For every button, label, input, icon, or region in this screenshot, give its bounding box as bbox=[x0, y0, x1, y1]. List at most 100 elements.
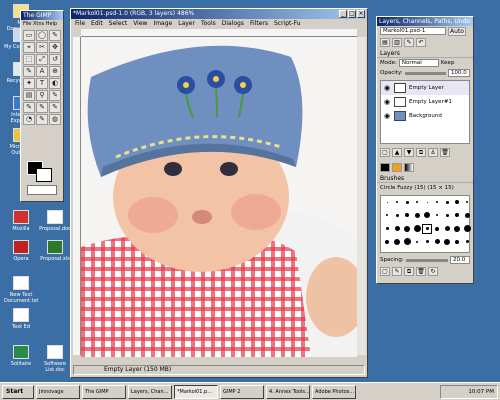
menu-select[interactable]: Select bbox=[109, 19, 128, 28]
refresh-brush-button[interactable]: ↻ bbox=[428, 267, 438, 276]
toolbox-title[interactable]: The GIMP bbox=[21, 11, 63, 20]
background-color[interactable] bbox=[36, 168, 52, 182]
tool-button[interactable]: ⌖ bbox=[23, 42, 35, 53]
tool-button[interactable]: ✦ bbox=[23, 78, 35, 89]
tool-button[interactable]: ✂ bbox=[36, 42, 48, 53]
vertical-scrollbar[interactable] bbox=[357, 37, 366, 355]
tool-button[interactable]: ▤ bbox=[23, 90, 35, 101]
duplicate-brush-button[interactable]: ⧉ bbox=[404, 267, 414, 276]
desktop-icon[interactable]: Proposal.doc bbox=[38, 210, 72, 232]
layer-item[interactable]: ◉ Background bbox=[381, 109, 469, 123]
brush-item[interactable] bbox=[413, 211, 421, 219]
opacity-slider[interactable] bbox=[404, 71, 446, 75]
menu-filters[interactable]: Filters bbox=[250, 19, 268, 28]
brush-item[interactable] bbox=[403, 225, 411, 233]
taskbar-button[interactable]: Layers, Chan... bbox=[128, 384, 172, 399]
tool-button[interactable]: ↺ bbox=[49, 54, 61, 65]
brush-item[interactable] bbox=[413, 238, 421, 246]
menu-tools[interactable]: Tools bbox=[201, 19, 216, 28]
layer-item[interactable]: ◉ Empty Layer bbox=[381, 81, 469, 95]
spacing-slider[interactable] bbox=[405, 258, 448, 262]
tab-undo[interactable]: ↶ bbox=[416, 38, 426, 47]
tool-button[interactable]: ✎ bbox=[49, 102, 61, 113]
opacity-value[interactable]: 100.0 bbox=[448, 69, 470, 77]
dock-title[interactable]: Layers, Channels, Paths, Undo bbox=[377, 17, 473, 26]
auto-button[interactable]: Auto bbox=[448, 26, 466, 36]
lower-layer-button[interactable]: ▼ bbox=[404, 148, 414, 157]
brush-item[interactable] bbox=[423, 198, 431, 206]
duplicate-layer-button[interactable]: ⧉ bbox=[416, 148, 426, 157]
menu-image[interactable]: Image bbox=[153, 19, 172, 28]
brush-item[interactable] bbox=[413, 225, 421, 233]
brush-item[interactable] bbox=[453, 238, 461, 246]
start-button[interactable]: Start bbox=[2, 384, 34, 399]
brush-item[interactable] bbox=[422, 223, 432, 234]
brush-item[interactable] bbox=[423, 211, 431, 219]
brush-item[interactable] bbox=[393, 225, 401, 233]
brush-item[interactable] bbox=[393, 238, 401, 246]
raise-layer-button[interactable]: ▲ bbox=[392, 148, 402, 157]
image-select[interactable]: Markol01.psd-1 bbox=[380, 27, 446, 35]
gradient-swatch[interactable] bbox=[404, 163, 414, 172]
taskbar-button[interactable]: Jinnovage bbox=[36, 384, 80, 399]
tab-paths[interactable]: ✎ bbox=[404, 38, 414, 47]
new-brush-button[interactable]: ▢ bbox=[380, 267, 390, 276]
brush-item[interactable] bbox=[403, 211, 411, 219]
brush-item[interactable] bbox=[383, 198, 391, 206]
tool-button[interactable]: ▭ bbox=[23, 30, 35, 41]
menu-view[interactable]: View bbox=[133, 19, 147, 28]
brush-item[interactable] bbox=[463, 211, 471, 219]
brush-item[interactable] bbox=[393, 198, 401, 206]
tool-button[interactable]: ◐ bbox=[49, 78, 61, 89]
anchor-layer-button[interactable]: ⚓ bbox=[428, 148, 438, 157]
menu-file[interactable]: File bbox=[75, 19, 85, 28]
tool-button[interactable]: ◔ bbox=[23, 114, 35, 125]
brush-item[interactable] bbox=[403, 238, 411, 246]
brush-item[interactable] bbox=[393, 211, 401, 219]
desktop-icon[interactable]: Proposal.xls bbox=[38, 240, 72, 262]
brush-item[interactable] bbox=[383, 238, 391, 246]
tool-button[interactable]: ⊕ bbox=[49, 66, 61, 77]
eye-icon[interactable]: ◉ bbox=[383, 98, 391, 106]
menu-edit[interactable]: Edit bbox=[91, 19, 103, 28]
brush-item[interactable] bbox=[463, 238, 471, 246]
taskbar-button[interactable]: *Markol01.p... bbox=[174, 384, 218, 399]
edit-brush-button[interactable]: ✎ bbox=[392, 267, 402, 276]
tool-button[interactable]: ✎ bbox=[23, 66, 35, 77]
brush-item[interactable] bbox=[423, 238, 431, 246]
tab-channels[interactable]: ▥ bbox=[392, 38, 402, 47]
mode-select[interactable]: Normal bbox=[398, 59, 439, 67]
desktop-icon[interactable]: Software List.doc bbox=[38, 345, 72, 373]
brush-item[interactable] bbox=[463, 198, 471, 206]
minimize-button[interactable]: _ bbox=[339, 10, 347, 18]
brush-item[interactable] bbox=[433, 238, 441, 246]
spacing-value[interactable]: 20.0 bbox=[450, 256, 470, 264]
menu-dialogs[interactable]: Dialogs bbox=[222, 19, 244, 28]
brush-item[interactable] bbox=[403, 198, 411, 206]
delete-layer-button[interactable]: 🗑 bbox=[440, 148, 450, 157]
brush-item[interactable] bbox=[433, 211, 441, 219]
tool-button[interactable]: A bbox=[36, 66, 48, 77]
brush-item[interactable] bbox=[383, 211, 391, 219]
brush-item[interactable] bbox=[433, 198, 441, 206]
brush-item[interactable] bbox=[383, 225, 391, 233]
desktop-icon[interactable]: Opera bbox=[4, 240, 38, 262]
menu-layer[interactable]: Layer bbox=[178, 19, 195, 28]
tool-button[interactable]: ✎ bbox=[36, 102, 48, 113]
taskbar-button[interactable]: GIMP 2 bbox=[220, 384, 264, 399]
brush-item[interactable] bbox=[453, 198, 461, 206]
new-layer-button[interactable]: ▢ bbox=[380, 148, 390, 157]
menu-help[interactable]: Help bbox=[46, 21, 57, 27]
desktop-icon[interactable]: New Text Document.txt bbox=[4, 276, 38, 304]
tool-button[interactable]: ✎ bbox=[49, 30, 61, 41]
brush-item[interactable] bbox=[463, 225, 471, 233]
brush-item[interactable] bbox=[413, 198, 421, 206]
tool-button[interactable]: T bbox=[36, 78, 48, 89]
tool-button[interactable]: ◯ bbox=[36, 30, 48, 41]
brush-preview[interactable] bbox=[27, 185, 57, 195]
tool-button[interactable]: ✎ bbox=[49, 90, 61, 101]
desktop-icon[interactable]: Solitaire bbox=[4, 345, 38, 367]
taskbar-button[interactable]: 4. Annex Tools... bbox=[266, 384, 310, 399]
brush-item[interactable] bbox=[443, 238, 451, 246]
menu-script-fu[interactable]: Script-Fu bbox=[274, 19, 301, 28]
